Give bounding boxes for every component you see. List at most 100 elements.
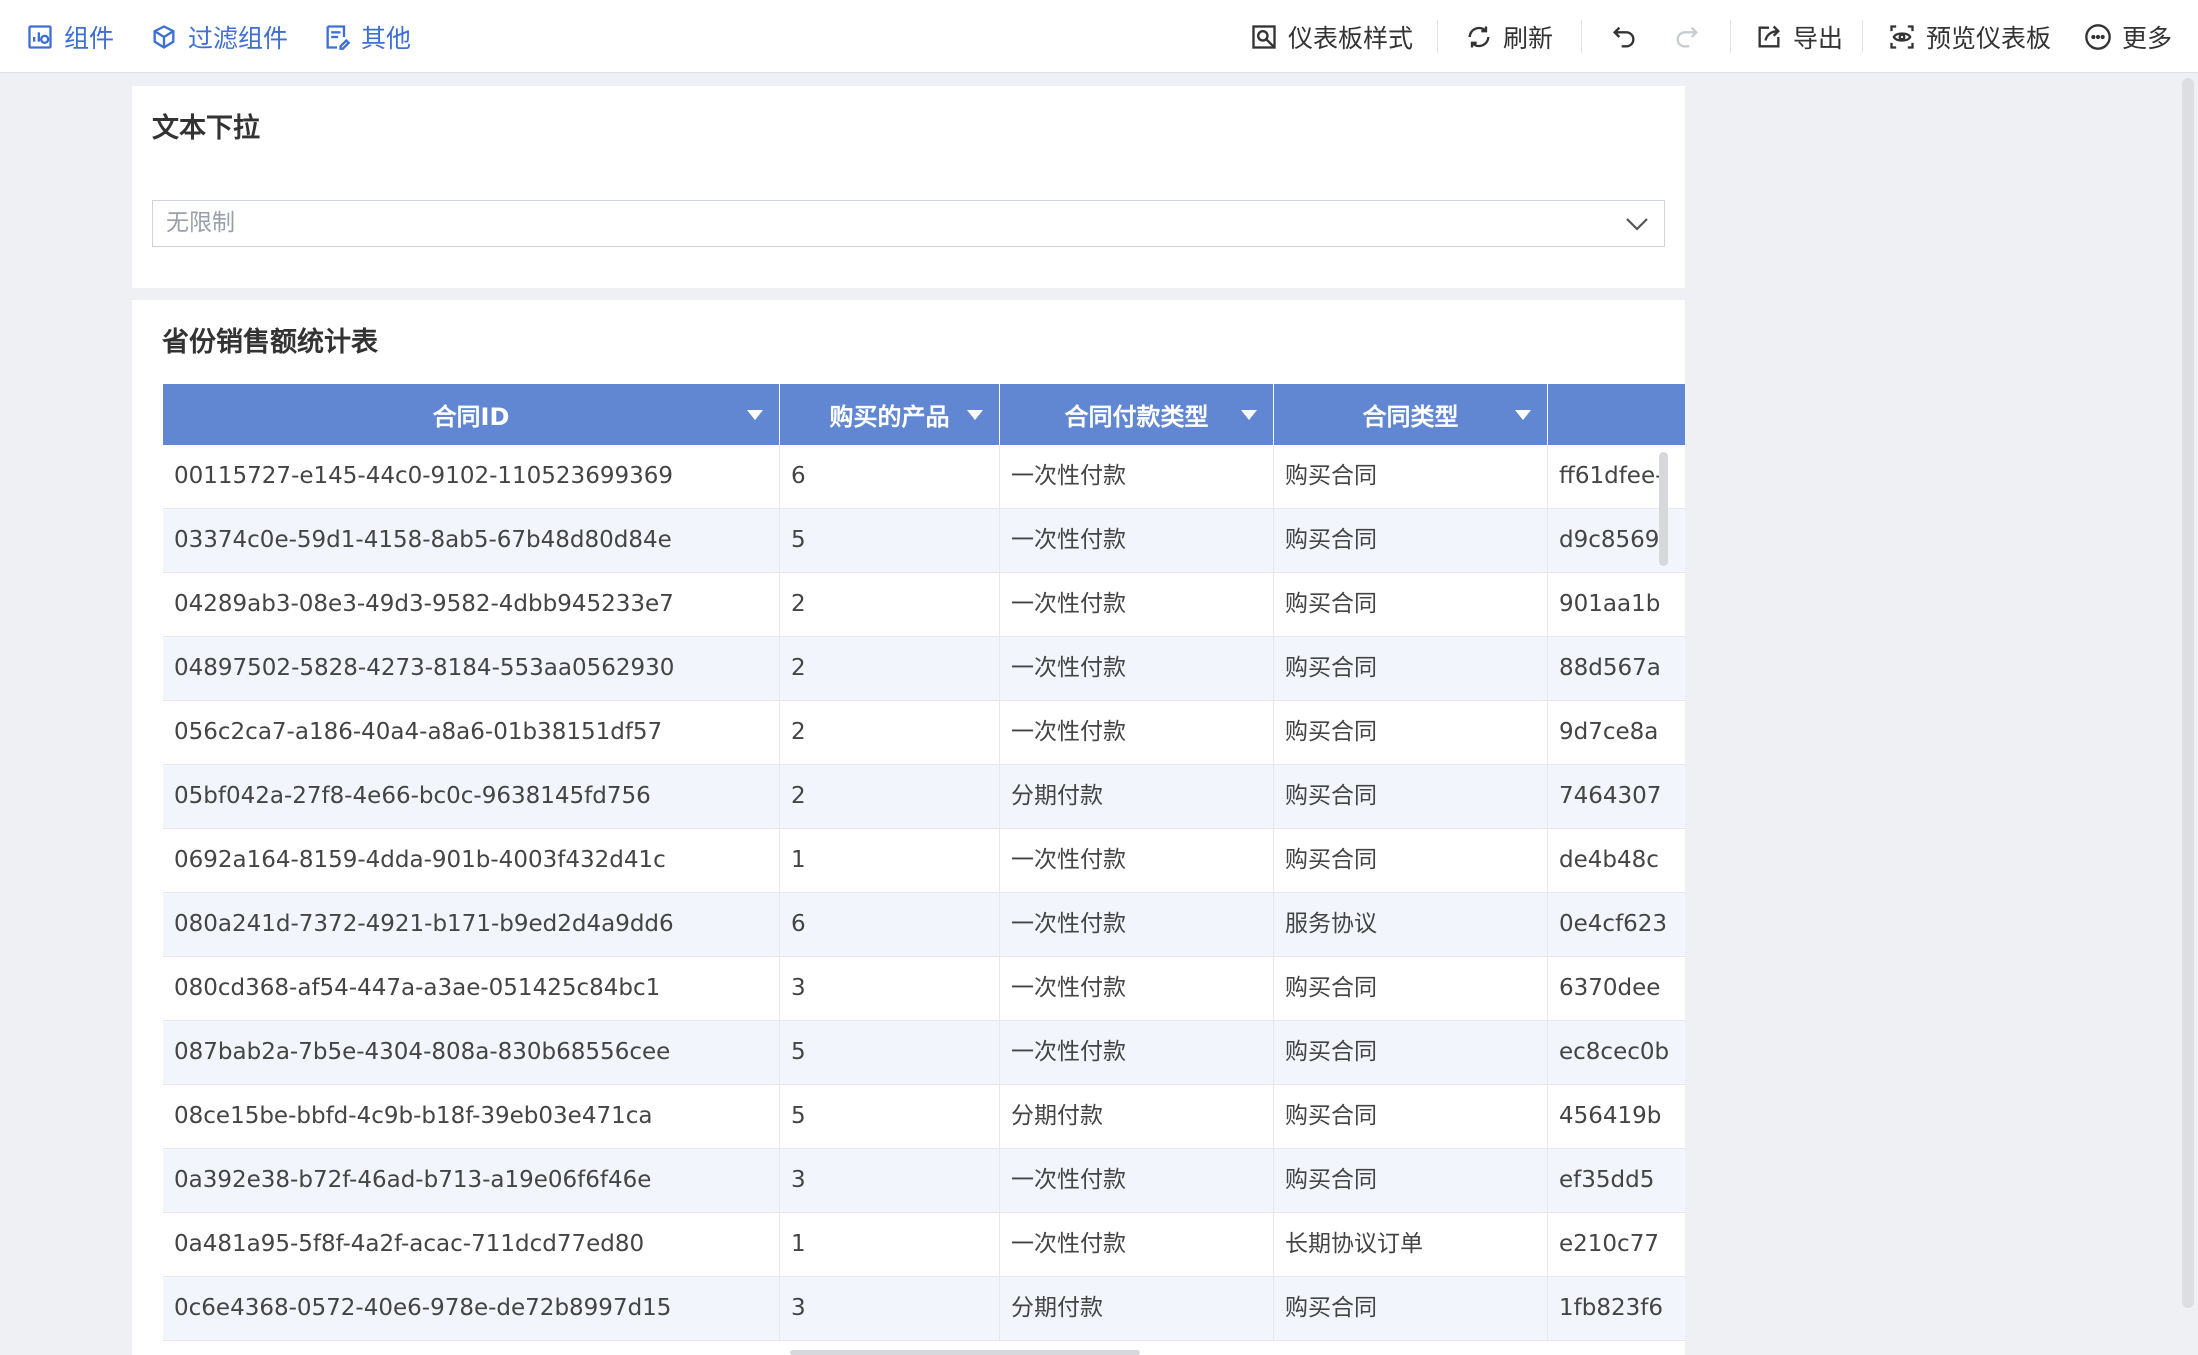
- table-cell: 购买合同: [1274, 637, 1548, 700]
- table-cell: ef35dd5: [1559, 1167, 1655, 1193]
- widget-title: 文本下拉: [152, 113, 260, 144]
- table-cell: 一次性付款: [1000, 1213, 1274, 1276]
- table-cell: 一次性付款: [1000, 1149, 1274, 1212]
- other-button[interactable]: 其他: [323, 0, 411, 73]
- table-cell: 6: [780, 893, 1000, 956]
- table-cell: 购买合同: [1274, 765, 1548, 828]
- table-cell: 一次性付款: [1000, 573, 1274, 636]
- table-row[interactable]: 03374c0e-59d1-4158-8ab5-67b48d80d84e 5 一次性…: [163, 509, 1685, 573]
- table-cell: 0e4cf623: [1559, 911, 1668, 937]
- table-cell: 购买合同: [1274, 1021, 1548, 1084]
- table-cell: 一次性付款: [1000, 957, 1274, 1020]
- table-cell: 00115727-e145-44c0-9102-110523699369: [163, 445, 780, 508]
- table-cell: 2: [780, 701, 1000, 764]
- table-row[interactable]: 080cd368-af54-447a-a3ae-051425c84bc1 3 一次性…: [163, 957, 1685, 1021]
- table-row[interactable]: 05bf042a-27f8-4e66-bc0c-9638145fd756 2 分期付…: [163, 765, 1685, 829]
- table-viewport[interactable]: 合同ID 购买的产品 合同付款类型 合同类型 00115727-e145-44c…: [163, 384, 1685, 1355]
- table-cell: 1fb823f6: [1559, 1295, 1663, 1321]
- table-cell: 0a392e38-b72f-46ad-b713-a19e06f6f46e: [163, 1149, 780, 1212]
- cube-icon: [153, 24, 175, 49]
- table-horizontal-scrollbar[interactable]: [790, 1350, 1140, 1355]
- dashboard-style-button[interactable]: 仪表板样式: [1250, 0, 1413, 73]
- table-body: 00115727-e145-44c0-9102-110523699369 6 一次性…: [163, 445, 1685, 1341]
- more-icon: [2085, 23, 2111, 50]
- filter-components-button[interactable]: 过滤组件: [150, 0, 288, 73]
- table-vertical-scrollbar[interactable]: [1659, 452, 1668, 566]
- table-cell: 080cd368-af54-447a-a3ae-051425c84bc1: [163, 957, 780, 1020]
- table-cell: 9d7ce8a: [1559, 719, 1659, 745]
- table-cell: 0692a164-8159-4dda-901b-4003f432d41c: [163, 829, 780, 892]
- dashboard-style-label: 仪表板样式: [1288, 23, 1414, 53]
- toolbar-divider: [1581, 20, 1582, 53]
- table-row[interactable]: 00115727-e145-44c0-9102-110523699369 6 一次性…: [163, 445, 1685, 509]
- text-dropdown-select[interactable]: 无限制: [152, 200, 1665, 247]
- table-cell: 长期协议订单: [1274, 1213, 1548, 1276]
- table-row[interactable]: 04289ab3-08e3-49d3-9582-4dbb945233e7 2 一次性…: [163, 573, 1685, 637]
- table-cell: 购买合同: [1274, 1277, 1548, 1340]
- table-cell: 一次性付款: [1000, 829, 1274, 892]
- table-cell: 03374c0e-59d1-4158-8ab5-67b48d80d84e: [163, 509, 780, 572]
- chevron-down-icon: [1626, 218, 1648, 231]
- undo-button[interactable]: [1610, 0, 1648, 73]
- table-row[interactable]: 04897502-5828-4273-8184-553aa0562930 2 一次性…: [163, 637, 1685, 701]
- table-cell: 2: [780, 637, 1000, 700]
- components-button[interactable]: 组件: [26, 0, 114, 73]
- table-cell: 087bab2a-7b5e-4304-808a-830b68556cee: [163, 1021, 780, 1084]
- table-cell: 05bf042a-27f8-4e66-bc0c-9638145fd756: [163, 765, 780, 828]
- refresh-button[interactable]: 刷新: [1465, 0, 1553, 73]
- table-cell: 3: [780, 1277, 1000, 1340]
- sort-caret-icon[interactable]: [967, 410, 983, 420]
- preview-dashboard-button[interactable]: 预览仪表板: [1888, 0, 2051, 73]
- refresh-icon: [1468, 26, 1490, 47]
- table-cell: 服务协议: [1274, 893, 1548, 956]
- sort-caret-icon[interactable]: [747, 410, 763, 420]
- components-label: 组件: [64, 23, 115, 53]
- table-cell: 一次性付款: [1000, 637, 1274, 700]
- table-row[interactable]: 08ce15be-bbfd-4c9b-b18f-39eb03e471ca 5 分期付…: [163, 1085, 1685, 1149]
- table-cell: 购买合同: [1274, 701, 1548, 764]
- preview-dashboard-label: 预览仪表板: [1926, 23, 2052, 53]
- export-icon: [1758, 25, 1780, 47]
- table-cell: 一次性付款: [1000, 1021, 1274, 1084]
- column-header-contract-type[interactable]: 合同类型: [1274, 384, 1548, 445]
- column-header-contract-id[interactable]: 合同ID: [163, 384, 780, 445]
- column-header-overflow[interactable]: [1548, 384, 1685, 445]
- table-cell: 一次性付款: [1000, 701, 1274, 764]
- table-cell: 5: [780, 1021, 1000, 1084]
- table-cell: 1: [780, 829, 1000, 892]
- document-edit-icon: [326, 24, 351, 50]
- sort-caret-icon[interactable]: [1241, 410, 1257, 420]
- table-cell: 分期付款: [1000, 765, 1274, 828]
- more-button[interactable]: 更多: [2084, 0, 2172, 73]
- column-header-product[interactable]: 购买的产品: [780, 384, 1000, 445]
- sort-caret-icon[interactable]: [1515, 410, 1531, 420]
- table-cell: 一次性付款: [1000, 445, 1274, 508]
- table-cell: 3: [780, 1149, 1000, 1212]
- refresh-label: 刷新: [1503, 23, 1554, 53]
- table-row[interactable]: 0c6e4368-0572-40e6-978e-de72b8997d15 3 分期付…: [163, 1277, 1685, 1341]
- table-cell: 2: [780, 765, 1000, 828]
- table-cell: 5: [780, 1085, 1000, 1148]
- top-toolbar: 组件 过滤组件 其他 仪表板样式 刷新 导出 预览仪表板 更多: [0, 0, 2198, 73]
- table-row[interactable]: 0692a164-8159-4dda-901b-4003f432d41c 1 一次性…: [163, 829, 1685, 893]
- table-row[interactable]: 0a392e38-b72f-46ad-b713-a19e06f6f46e 3 一次性…: [163, 1149, 1685, 1213]
- table-cell: 080a241d-7372-4921-b171-b9ed2d4a9dd6: [163, 893, 780, 956]
- table-cell: 3: [780, 957, 1000, 1020]
- table-row[interactable]: 056c2ca7-a186-40a4-a8a6-01b38151df57 2 一次性…: [163, 701, 1685, 765]
- table-row[interactable]: 087bab2a-7b5e-4304-808a-830b68556cee 5 一次性…: [163, 1021, 1685, 1085]
- more-label: 更多: [2122, 23, 2173, 53]
- page-vertical-scrollbar[interactable]: [2182, 78, 2194, 1308]
- table-cell: 购买合同: [1274, 957, 1548, 1020]
- table-row[interactable]: 0a481a95-5f8f-4a2f-acac-711dcd77ed80 1 一次性…: [163, 1213, 1685, 1277]
- table-cell: 购买合同: [1274, 1085, 1548, 1148]
- undo-icon: [1613, 26, 1635, 47]
- table-row[interactable]: 080a241d-7372-4921-b171-b9ed2d4a9dd6 6 一次性…: [163, 893, 1685, 957]
- table-cell: 6370dee: [1559, 975, 1661, 1001]
- column-header-payment-type[interactable]: 合同付款类型: [1000, 384, 1274, 445]
- select-placeholder: 无限制: [166, 210, 235, 236]
- redo-button[interactable]: [1673, 0, 1711, 73]
- export-button[interactable]: 导出: [1755, 0, 1843, 73]
- text-dropdown-widget: 文本下拉 无限制: [132, 86, 1685, 288]
- table-cell: 分期付款: [1000, 1085, 1274, 1148]
- filter-components-label: 过滤组件: [188, 23, 289, 53]
